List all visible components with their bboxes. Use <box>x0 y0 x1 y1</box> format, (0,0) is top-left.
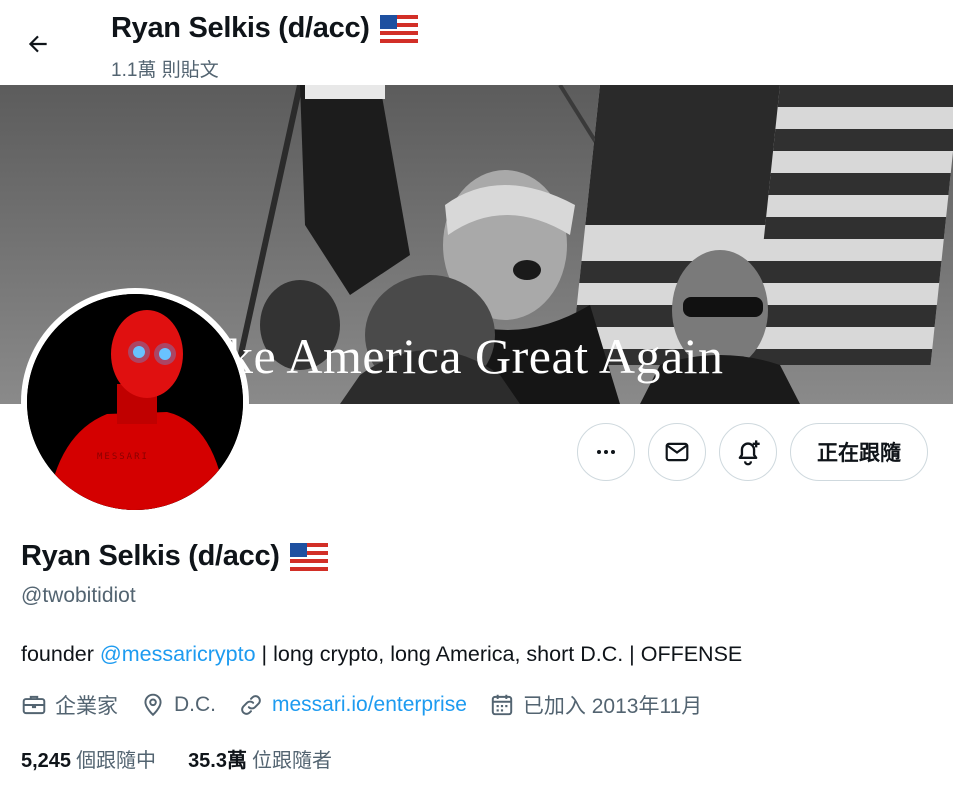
profile-join-date: 已加入 2013年11月 <box>489 690 702 720</box>
website-link[interactable]: messari.io/enterprise <box>272 693 467 717</box>
avatar[interactable]: MESSARI <box>21 288 249 516</box>
profile-header-bar: Ryan Selkis (d/acc) 1.1萬 則貼文 <box>0 0 953 85</box>
message-button[interactable] <box>648 423 706 481</box>
bio-text-suffix: | long crypto, long America, short D.C. … <box>255 642 743 666</box>
category-text: 企業家 <box>55 695 118 718</box>
followers-count: 35.3萬 <box>188 750 247 772</box>
profile-stats: 5,245 個跟隨中 35.3萬 位跟隨者 <box>21 744 364 773</box>
location-text: D.C. <box>174 693 216 716</box>
profile-bio: founder @messaricrypto | long crypto, lo… <box>21 642 742 667</box>
envelope-icon <box>665 442 689 462</box>
profile-category: 企業家 <box>21 690 118 720</box>
following-button[interactable]: 正在跟隨 <box>790 423 928 481</box>
avatar-shirt-text: MESSARI <box>97 452 149 462</box>
us-flag-icon <box>289 542 328 571</box>
us-flag-icon <box>379 14 418 43</box>
followers-label: 位跟隨者 <box>252 750 332 772</box>
profile-display-name-row: Ryan Selkis (d/acc) <box>21 540 328 573</box>
join-date-text: 已加入 2013年11月 <box>522 695 703 718</box>
briefcase-icon <box>22 695 46 715</box>
notify-button[interactable] <box>719 423 777 481</box>
profile-meta: 企業家 D.C. messari.io/enterprise 已加入 2013年… <box>21 690 724 720</box>
back-button[interactable] <box>18 24 58 64</box>
followers-stat-link[interactable]: 35.3萬 位跟隨者 <box>188 744 332 773</box>
link-icon <box>241 695 261 715</box>
bio-mention-link[interactable]: @messaricrypto <box>100 642 256 666</box>
banner-overlay-text: ke America Great Again <box>228 328 724 384</box>
header-title: Ryan Selkis (d/acc) <box>111 12 418 45</box>
following-label: 個跟隨中 <box>76 750 157 772</box>
bell-plus-icon <box>738 440 760 466</box>
more-button[interactable] <box>577 423 635 481</box>
profile-website: messari.io/enterprise <box>238 692 467 718</box>
profile-actions: 正在跟隨 <box>577 423 928 481</box>
location-pin-icon <box>144 693 162 717</box>
profile-handle: @twobitidiot <box>21 584 136 607</box>
profile-location: D.C. <box>140 692 216 718</box>
avatar-image: MESSARI <box>27 294 243 510</box>
header-display-name: Ryan Selkis (d/acc) <box>111 12 370 44</box>
arrow-left-icon <box>28 35 47 53</box>
following-stat-link[interactable]: 5,245 個跟隨中 <box>21 744 156 773</box>
following-count: 5,245 <box>21 750 72 772</box>
calendar-icon <box>491 694 513 716</box>
bio-text-prefix: founder <box>21 642 100 666</box>
more-horizontal-icon <box>597 450 615 454</box>
profile-display-name: Ryan Selkis (d/acc) <box>21 540 280 572</box>
post-count: 1.1萬 則貼文 <box>111 60 219 81</box>
